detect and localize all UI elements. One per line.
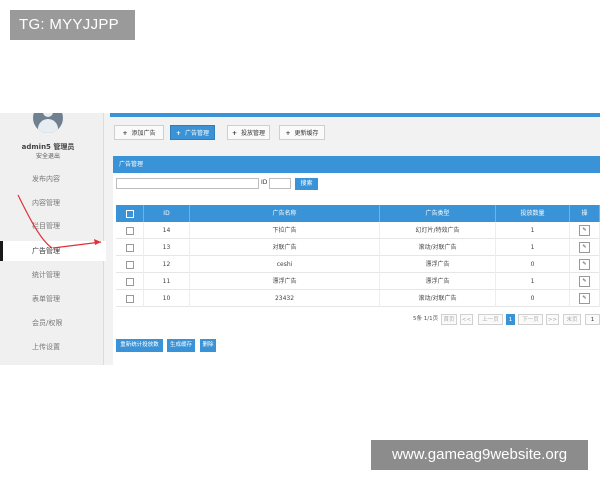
row-type: 漂浮广告 [380, 273, 496, 290]
plus-icon: + [175, 130, 181, 137]
plus-icon: + [285, 130, 291, 137]
table-row[interactable]: 11 漂浮广告 漂浮广告 1 ✎ [116, 273, 600, 290]
sidebar-item-forms[interactable]: 表单管理 [0, 289, 103, 309]
edit-icon[interactable]: ✎ [579, 293, 590, 304]
row-count: 1 [496, 222, 570, 239]
main-content: + 添加广告 + 广告管理 + 投放管理 + 更新缓存 广告管理 ID 搜索 ID 广告… [110, 113, 600, 365]
ad-list-panel: ID 搜索 ID 广告名称 广告类型 投放数量 操 14 下拉广告 幻灯片/特效… [113, 173, 600, 365]
recount-button[interactable]: 重新统计投放数 [116, 339, 163, 352]
row-id: 14 [144, 222, 190, 239]
generate-cache-button[interactable]: 生成缓存 [167, 339, 195, 352]
table-row[interactable]: 14 下拉广告 幻灯片/特效广告 1 ✎ [116, 222, 600, 239]
pager-prev-arrow[interactable]: << [460, 314, 473, 325]
pager-goto-input[interactable]: 1 [585, 314, 600, 325]
column-header-count: 投放数量 [496, 205, 570, 222]
edit-icon[interactable]: ✎ [579, 242, 590, 253]
watermark-top-left: TG: MYYJJPP [10, 10, 135, 40]
pager-next-arrow[interactable]: >> [546, 314, 559, 325]
row-id: 13 [144, 239, 190, 256]
column-header-name: 广告名称 [190, 205, 380, 222]
row-actions[interactable]: ✎ [570, 290, 600, 307]
select-all-checkbox[interactable] [125, 209, 134, 218]
sidebar-item-publish[interactable]: 发布内容 [0, 169, 103, 189]
row-id: 12 [144, 256, 190, 273]
row-checkbox[interactable] [125, 226, 134, 235]
row-count: 1 [496, 273, 570, 290]
top-accent-bar [110, 113, 600, 117]
row-actions[interactable]: ✎ [570, 256, 600, 273]
row-count: 1 [496, 239, 570, 256]
row-select-cell[interactable] [116, 256, 144, 273]
row-select-cell[interactable] [116, 222, 144, 239]
plus-icon: + [122, 130, 128, 137]
sidebar: admin5 管理员 安全退出 发布内容 内容管理 栏目管理 广告管理 统计管理… [0, 113, 106, 365]
row-name: ceshi [190, 256, 380, 273]
row-type: 幻灯片/特效广告 [380, 222, 496, 239]
keyword-search-input[interactable] [116, 178, 259, 189]
row-actions[interactable]: ✎ [570, 273, 600, 290]
row-name: 下拉广告 [190, 222, 380, 239]
row-type: 滚动/对联广告 [380, 290, 496, 307]
row-type: 滚动/对联广告 [380, 239, 496, 256]
sidebar-item-members[interactable]: 会员/权限 [0, 313, 103, 333]
edit-icon[interactable]: ✎ [579, 259, 590, 270]
row-count: 0 [496, 290, 570, 307]
row-id: 11 [144, 273, 190, 290]
pager-first[interactable]: 首页 [441, 314, 457, 325]
sidebar-item-content[interactable]: 内容管理 [0, 193, 103, 213]
row-select-cell[interactable] [116, 239, 144, 256]
sidebar-item-stats[interactable]: 统计管理 [0, 265, 103, 285]
row-id: 10 [144, 290, 190, 307]
row-checkbox[interactable] [125, 277, 134, 286]
id-search-input[interactable] [269, 178, 291, 189]
row-name: 漂浮广告 [190, 273, 380, 290]
admin-screenshot: admin5 管理员 安全退出 发布内容 内容管理 栏目管理 广告管理 统计管理… [0, 113, 600, 365]
row-checkbox[interactable] [125, 260, 134, 269]
row-actions[interactable]: ✎ [570, 222, 600, 239]
edit-icon[interactable]: ✎ [579, 276, 590, 287]
ad-manage-button[interactable]: + 广告管理 [170, 125, 215, 140]
column-header-id: ID [144, 205, 190, 222]
panel-title: 广告管理 [113, 156, 600, 173]
pager-summary: 5条 1/1页 [413, 316, 439, 322]
add-ad-button[interactable]: + 添加广告 [114, 125, 164, 140]
row-name: 对联广告 [190, 239, 380, 256]
row-checkbox[interactable] [125, 294, 134, 303]
search-button[interactable]: 搜索 [295, 178, 318, 190]
row-type: 漂浮广告 [380, 256, 496, 273]
row-checkbox[interactable] [125, 243, 134, 252]
column-header-type: 广告类型 [380, 205, 496, 222]
id-label: ID [261, 179, 268, 186]
pager-prev[interactable]: 上一页 [478, 314, 503, 325]
table-row[interactable]: 13 对联广告 滚动/对联广告 1 ✎ [116, 239, 600, 256]
select-all-cell[interactable] [116, 205, 144, 222]
table-header: ID 广告名称 广告类型 投放数量 操 [116, 205, 600, 222]
watermark-bottom-right: www.gameag9website.org [371, 440, 588, 470]
avatar-body-shape [38, 119, 58, 133]
edit-icon[interactable]: ✎ [579, 225, 590, 236]
sidebar-item-upload[interactable]: 上传设置 [0, 337, 103, 357]
delete-button[interactable]: 删除 [200, 339, 216, 352]
placement-manage-button[interactable]: + 投放管理 [227, 125, 270, 140]
sidebar-item-ads[interactable]: 广告管理 [0, 241, 106, 261]
pager-current-page[interactable]: 1 [506, 314, 515, 325]
logout-link[interactable]: 安全退出 [0, 151, 96, 160]
update-cache-button[interactable]: + 更新缓存 [279, 125, 325, 140]
table-row[interactable]: 12 ceshi 漂浮广告 0 ✎ [116, 256, 600, 273]
pager-next[interactable]: 下一页 [518, 314, 543, 325]
avatar[interactable] [33, 113, 63, 133]
table-row[interactable]: 10 23432 滚动/对联广告 0 ✎ [116, 290, 600, 307]
avatar-head-shape [43, 113, 53, 117]
plus-icon: + [231, 130, 237, 137]
column-header-actions: 操 [570, 205, 600, 222]
row-name: 23432 [190, 290, 380, 307]
sidebar-item-category[interactable]: 栏目管理 [0, 216, 103, 236]
row-select-cell[interactable] [116, 273, 144, 290]
row-actions[interactable]: ✎ [570, 239, 600, 256]
row-count: 0 [496, 256, 570, 273]
row-select-cell[interactable] [116, 290, 144, 307]
pager-last[interactable]: 末页 [563, 314, 581, 325]
